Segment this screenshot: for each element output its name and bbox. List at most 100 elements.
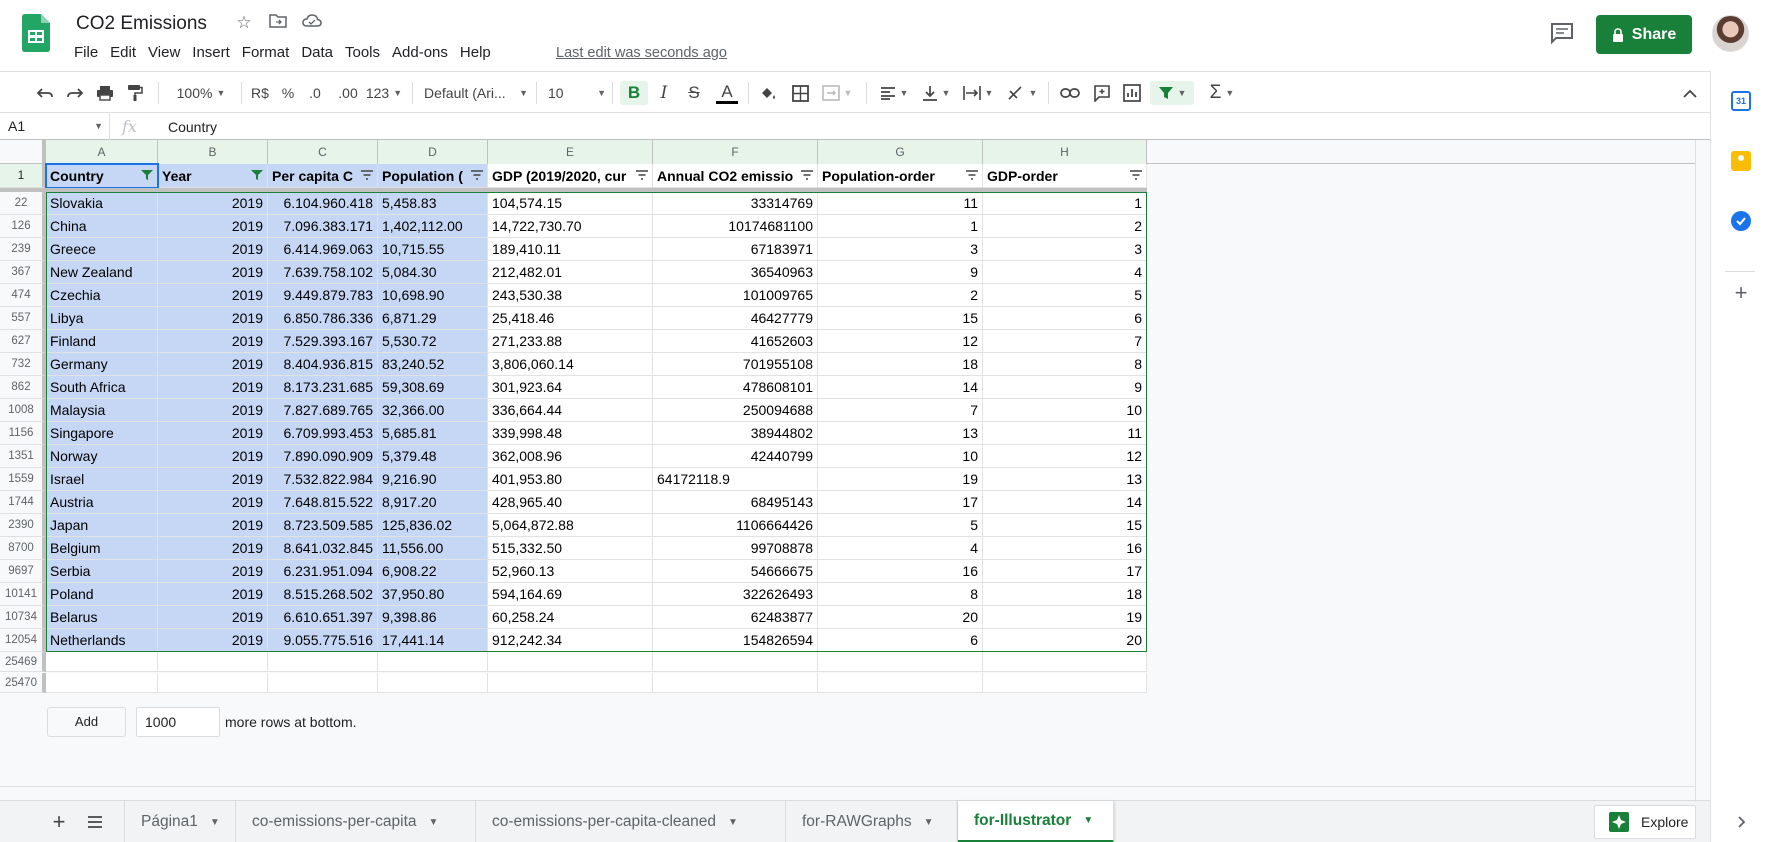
table-cell[interactable]: 38944802: [653, 422, 818, 445]
column-header-h[interactable]: H: [983, 140, 1147, 164]
table-cell[interactable]: 594,164.69: [488, 583, 653, 606]
table-cell[interactable]: 5,379.48: [378, 445, 488, 468]
table-cell[interactable]: 8: [983, 353, 1147, 376]
menu-file[interactable]: File: [74, 44, 106, 61]
table-cell[interactable]: 20: [818, 606, 983, 629]
column-header-f[interactable]: F: [653, 140, 818, 164]
table-cell[interactable]: [46, 652, 158, 672]
row-header[interactable]: 367: [0, 261, 46, 284]
table-cell[interactable]: 8,917.20: [378, 491, 488, 514]
table-cell[interactable]: 3,806,060.14: [488, 353, 653, 376]
row-header[interactable]: 474: [0, 284, 46, 307]
table-cell[interactable]: 322626493: [653, 583, 818, 606]
row-header[interactable]: 10734: [0, 606, 46, 629]
table-cell[interactable]: 13: [983, 468, 1147, 491]
filter-icon[interactable]: [471, 170, 483, 180]
sheet-tab-pagina1[interactable]: Página1 ▼: [124, 801, 236, 842]
table-cell[interactable]: 401,953.80: [488, 468, 653, 491]
filter-active-icon[interactable]: [141, 170, 153, 180]
table-cell[interactable]: Germany: [46, 353, 158, 376]
table-cell[interactable]: 478608101: [653, 376, 818, 399]
redo-icon[interactable]: [64, 81, 86, 105]
last-edit-link[interactable]: Last edit was seconds ago: [556, 45, 727, 61]
table-cell[interactable]: 42440799: [653, 445, 818, 468]
table-cell[interactable]: 7: [983, 330, 1147, 353]
table-cell[interactable]: 8: [818, 583, 983, 606]
table-cell[interactable]: [818, 652, 983, 672]
menu-view[interactable]: View: [148, 44, 188, 61]
table-cell[interactable]: 2: [818, 284, 983, 307]
table-cell[interactable]: 2019: [158, 560, 268, 583]
expand-panel-icon[interactable]: [1731, 812, 1751, 832]
header-cell[interactable]: Per capita C: [268, 164, 378, 188]
table-cell[interactable]: 9: [818, 261, 983, 284]
sheet-tab-co-emissions-per-capita[interactable]: co-emissions-per-capita ▼: [236, 801, 476, 842]
table-cell[interactable]: 271,233.88: [488, 330, 653, 353]
table-cell[interactable]: 2019: [158, 284, 268, 307]
table-cell[interactable]: 701955108: [653, 353, 818, 376]
filter-icon[interactable]: [801, 170, 813, 180]
table-cell[interactable]: 68495143: [653, 491, 818, 514]
table-cell[interactable]: 8.404.936.815: [268, 353, 378, 376]
table-cell[interactable]: 8.723.509.585: [268, 514, 378, 537]
header-cell[interactable]: GDP-order: [983, 164, 1147, 188]
calendar-icon[interactable]: 31: [1731, 91, 1751, 111]
filter-icon[interactable]: [361, 170, 373, 180]
table-cell[interactable]: 13: [818, 422, 983, 445]
table-cell[interactable]: 10: [983, 399, 1147, 422]
cloud-status-icon[interactable]: [302, 13, 322, 33]
table-cell[interactable]: 6,908.22: [378, 560, 488, 583]
add-addon-icon[interactable]: +: [1731, 282, 1751, 304]
menu-format[interactable]: Format: [242, 44, 298, 61]
table-cell[interactable]: 9.449.879.783: [268, 284, 378, 307]
table-cell[interactable]: 5: [818, 514, 983, 537]
table-cell[interactable]: Serbia: [46, 560, 158, 583]
vertical-scrollbar[interactable]: [1695, 140, 1710, 800]
table-cell[interactable]: 54666675: [653, 560, 818, 583]
table-cell[interactable]: 6.104.960.418: [268, 192, 378, 215]
header-cell[interactable]: Annual CO2 emissio: [653, 164, 818, 188]
row-header[interactable]: 25470: [0, 673, 46, 693]
select-all-corner[interactable]: [0, 140, 46, 164]
table-cell[interactable]: [488, 673, 653, 693]
table-cell[interactable]: 64172118.9: [653, 468, 818, 491]
table-cell[interactable]: 52,960.13: [488, 560, 653, 583]
table-cell[interactable]: [488, 652, 653, 672]
font-family-select[interactable]: Default (Ari... ▼: [424, 81, 528, 105]
table-cell[interactable]: [158, 673, 268, 693]
table-cell[interactable]: New Zealand: [46, 261, 158, 284]
table-cell[interactable]: 2019: [158, 422, 268, 445]
table-cell[interactable]: Austria: [46, 491, 158, 514]
table-cell[interactable]: 83,240.52: [378, 353, 488, 376]
table-cell[interactable]: 2019: [158, 330, 268, 353]
table-cell[interactable]: 46427779: [653, 307, 818, 330]
table-cell[interactable]: 1106664426: [653, 514, 818, 537]
formula-input[interactable]: Country: [168, 119, 217, 135]
explore-button[interactable]: Explore: [1594, 805, 1696, 839]
table-cell[interactable]: 515,332.50: [488, 537, 653, 560]
column-header-g[interactable]: G: [818, 140, 983, 164]
table-cell[interactable]: [653, 673, 818, 693]
header-cell[interactable]: GDP (2019/2020, cur: [488, 164, 653, 188]
font-size-select[interactable]: 10 ▼: [548, 81, 606, 105]
table-cell[interactable]: 2: [983, 215, 1147, 238]
table-cell[interactable]: 9,398.86: [378, 606, 488, 629]
filter-icon[interactable]: [966, 170, 978, 180]
table-cell[interactable]: Poland: [46, 583, 158, 606]
row-header[interactable]: 10141: [0, 583, 46, 606]
table-cell[interactable]: 2019: [158, 215, 268, 238]
table-cell[interactable]: [268, 673, 378, 693]
paint-format-icon[interactable]: [124, 81, 146, 105]
table-cell[interactable]: 10174681100: [653, 215, 818, 238]
table-cell[interactable]: 11: [983, 422, 1147, 445]
table-cell[interactable]: 5,685.81: [378, 422, 488, 445]
table-cell[interactable]: 5: [983, 284, 1147, 307]
table-cell[interactable]: 301,923.64: [488, 376, 653, 399]
table-cell[interactable]: 101009765: [653, 284, 818, 307]
table-cell[interactable]: 7.529.393.167: [268, 330, 378, 353]
table-cell[interactable]: 428,965.40: [488, 491, 653, 514]
table-cell[interactable]: 1,402,112.00: [378, 215, 488, 238]
filter-icon[interactable]: [636, 170, 648, 180]
table-cell[interactable]: 14: [983, 491, 1147, 514]
table-cell[interactable]: Libya: [46, 307, 158, 330]
